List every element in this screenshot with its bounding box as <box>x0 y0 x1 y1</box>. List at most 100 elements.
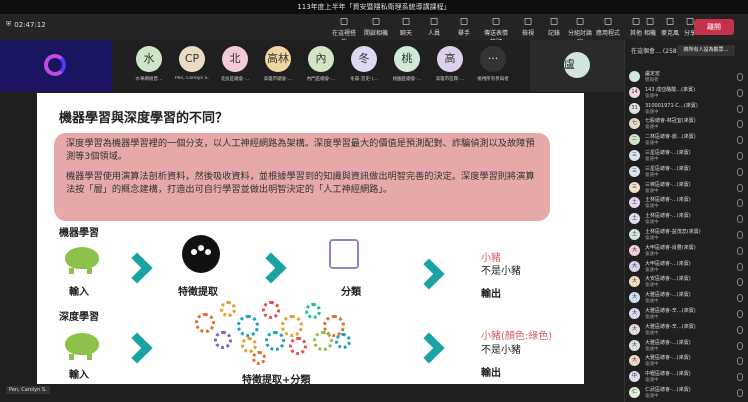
participant-name: Pen, Carolyn S. <box>175 76 209 81</box>
avatar: 七 <box>629 118 640 130</box>
toolbar-emoji-button[interactable]: ◻傳送表情符號 <box>482 16 510 46</box>
camera-icon: ◻ <box>371 16 381 27</box>
avatar: 中 <box>629 371 640 383</box>
toolbar-people-button[interactable]: ◻ 人員 <box>420 16 448 38</box>
avatar: 高 <box>437 46 463 72</box>
mic-off-icon <box>737 325 743 334</box>
gear-icon <box>220 301 236 317</box>
participant-list-name: 二林區總會-謝…(來賓) <box>645 134 696 141</box>
lock-network-icon <box>329 239 359 269</box>
participant-list-item[interactable]: 三三星區總會-…(來賓) 會議中 <box>629 165 745 181</box>
toolbar-record-button[interactable]: ◻ 記錄 <box>540 16 568 38</box>
ml-output-label: 輸出 <box>481 289 501 300</box>
participant-list-item[interactable]: 中中壢區總會-…(來賓) 會議中 <box>629 370 745 386</box>
participant-list-item[interactable]: 盧定宏 簡報者 <box>629 70 745 86</box>
toolbar-hand-button[interactable]: ◻ 舉手 <box>450 16 478 38</box>
self-video-tile[interactable] <box>0 40 112 92</box>
ml-label: 機器學習 <box>59 228 99 239</box>
participant-tile[interactable]: ··· 檢視所有參與者 <box>473 44 513 88</box>
avatar: 仁 <box>629 387 640 398</box>
participant-list-item[interactable]: 大大甲區總會-…(來賓) 會議中 <box>629 260 745 276</box>
gear-icon <box>252 351 266 365</box>
mic-off-icon <box>737 294 743 303</box>
avatar: 大 <box>629 276 640 288</box>
avatar: 大 <box>629 292 640 304</box>
participant-list-item[interactable]: 土土林區總會-…(來賓) 會議中 <box>629 212 745 228</box>
mic-off-icon <box>737 246 743 255</box>
participant-list-status: 會議中 <box>645 283 659 289</box>
set-all-attendees-button[interactable]: 將所有人設為觀眾… <box>677 45 735 56</box>
avatar: 桃 <box>394 46 420 72</box>
participant-list-item[interactable]: 大大安區總會-…(來賓) 會議中 <box>629 275 745 291</box>
toolbar-item-label: 開啟相機 <box>363 30 388 37</box>
avatar: 大 <box>629 339 640 351</box>
feature-extraction-icon <box>182 235 220 273</box>
toolbar-item-label: 記錄 <box>547 30 560 37</box>
participant-list-item[interactable]: 大大雅區總會-辛…(來賓) 會議中 <box>629 323 745 339</box>
mic-off-icon <box>737 215 743 224</box>
participant-tile[interactable]: 內內門區總會-… <box>301 44 341 88</box>
participant-list-status: 會議中 <box>645 362 659 368</box>
participant-list-name: 七股總會-林冠宜(來賓) <box>645 118 696 125</box>
participant-tile[interactable]: 北北投區總會-… <box>215 44 255 88</box>
participant-list-item[interactable]: 土土林區總會-…(來賓) 會議中 <box>629 196 745 212</box>
shared-slide: 機器學習與深度學習的不同？ 深度學習為機器學習裡的一個分支，以人工神經網路為架構… <box>37 93 584 386</box>
toolbar-view-button[interactable]: ◻ 檢視 <box>514 16 542 38</box>
participant-list-item[interactable]: 大大雅區總會-辛…(來賓) 會議中 <box>629 307 745 323</box>
participant-tile[interactable]: 冬冬森-宮史-(… <box>344 44 384 88</box>
toolbar-chat-button[interactable]: ◻ 聊天 <box>392 16 420 38</box>
mic-off-icon <box>737 104 743 113</box>
toolbar-apps-button[interactable]: ◻ 應用程式 <box>594 16 622 38</box>
participant-list-status: 會議中 <box>645 299 659 305</box>
feature-classify-label: 特徵提取+分類 <box>242 375 311 386</box>
participant-list-item[interactable]: 大大雅區總會-…(來賓) 會議中 <box>629 354 745 370</box>
participant-list-item[interactable]: 仁仁武區總會-…(來賓) 會議中 <box>629 386 745 402</box>
ml-output-not-pig: 不是小豬 <box>481 266 521 277</box>
participant-list-item[interactable]: 七七股總會-林冠宜(來賓) 會議中 <box>629 117 745 133</box>
gear-icon <box>265 331 285 351</box>
participant-list-item[interactable]: 二二林區總會-謝…(來賓) 會議中 <box>629 133 745 149</box>
participant-list-item[interactable]: 大大甲區總會-肖豐(來賓) 會議中 <box>629 244 745 260</box>
avatar: 二 <box>629 134 640 146</box>
participant-list-item[interactable]: 31 310001971-C…(來賓) 會議中 <box>629 102 745 118</box>
classify-label: 分類 <box>341 287 361 298</box>
toolbar-rooms-button[interactable]: ◻分組討論室 <box>566 16 594 46</box>
participant-list-item[interactable]: 大大雅區總會-…(來賓) 會議中 <box>629 291 745 307</box>
leave-button[interactable]: 離開 <box>694 19 734 35</box>
participant-list-item[interactable]: 14 143 成亞酪酸…(來賓) 會議中 <box>629 86 745 102</box>
avatar: 大 <box>629 308 640 319</box>
participant-list-item[interactable]: 三三峽區總會-…(來賓) 會議中 <box>629 181 745 197</box>
toolbar-item-label: 舉手 <box>457 30 470 37</box>
spotlight-video-tile[interactable]: 盧 <box>530 40 624 92</box>
participant-tile[interactable]: 水水華網絡曾… <box>129 44 169 88</box>
participant-name: 高雄市總會-… <box>263 77 293 82</box>
avatar: 高林 <box>265 46 291 72</box>
pig-icon <box>65 247 99 274</box>
mic-off-icon <box>737 167 743 176</box>
avatar: 土 <box>629 213 640 225</box>
toolbar-layout-button[interactable]: ◻在這裡搭載 <box>330 16 358 46</box>
participant-list-item[interactable]: 大大雅區總會-…(來賓) 會議中 <box>629 339 745 355</box>
toolbar-item-label: 應用程式 <box>595 30 620 37</box>
avatar: 水 <box>136 46 162 72</box>
participant-tile[interactable]: 高林高雄市總會-… <box>258 44 298 88</box>
definition-paragraph-2: 機器學習使用演算法剖析資料，然後吸收資料，並根據學習到的知識與資訊做出明智完善的… <box>66 171 535 195</box>
toolbar-camera-button[interactable]: ◻ 開啟相機 <box>362 16 390 38</box>
avatar: 大 <box>629 260 640 272</box>
participant-list-status: 簡報者 <box>645 78 659 83</box>
mic-off-icon <box>737 136 743 145</box>
participant-tile[interactable]: 桃桃園區總會-… <box>387 44 427 88</box>
participant-list-status: 會議中 <box>645 93 659 99</box>
emoji-icon: ◻ <box>491 16 501 27</box>
participant-tile[interactable]: CP Pen, Carolyn S. <box>172 44 212 88</box>
participant-list-item[interactable]: 三三星區總會-…(來賓) 會議中 <box>629 149 745 165</box>
participant-list-item[interactable]: 土土林區總會-益茂蕊(來賓) 會議中 <box>629 228 745 244</box>
video-gallery: 水水華網絡曾… CP Pen, Carolyn S. 北北投區總會-… 高林 高雄市總會-… <box>0 40 624 92</box>
avatar: 三 <box>629 165 640 177</box>
gear-icon <box>237 315 259 337</box>
presenter-name-tag: Pen, Carolyn S. <box>6 386 50 394</box>
rooms-icon: ◻ <box>575 16 585 27</box>
avatar: 冬 <box>351 46 377 72</box>
participant-tile[interactable]: 高高雄市區霖-… <box>430 44 470 88</box>
mic-off-icon <box>737 231 743 239</box>
